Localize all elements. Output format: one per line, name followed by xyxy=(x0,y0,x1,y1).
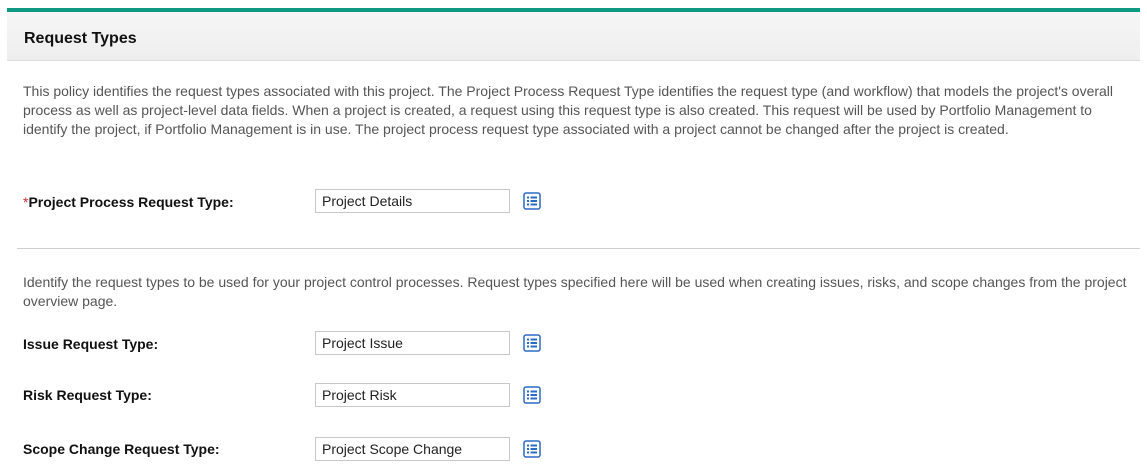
scope-change-request-type-label: Scope Change Request Type: xyxy=(23,441,220,457)
issue-request-type-label: Issue Request Type: xyxy=(23,336,159,352)
scope-change-request-type-input[interactable]: Project Scope Change xyxy=(315,437,510,461)
page-top-spacer xyxy=(0,0,1147,8)
list-picker-icon[interactable] xyxy=(523,334,541,352)
section-title: Request Types xyxy=(24,30,137,47)
list-picker-icon[interactable] xyxy=(523,192,541,210)
section-divider xyxy=(17,248,1140,249)
process-request-type-input[interactable]: Project Details xyxy=(315,189,510,213)
list-picker-icon[interactable] xyxy=(523,386,541,404)
process-description: This policy identifies the request types… xyxy=(23,83,1114,137)
control-processes-description: Identify the request types to be used fo… xyxy=(23,274,1127,309)
risk-request-type-label: Risk Request Type: xyxy=(23,387,152,403)
process-request-type-label-text: Project Process Request Type: xyxy=(28,194,234,210)
issue-request-type-input[interactable]: Project Issue xyxy=(315,331,510,355)
process-request-type-label: *Project Process Request Type: xyxy=(23,194,234,210)
risk-request-type-input[interactable]: Project Risk xyxy=(315,383,510,407)
section-header: Request Types xyxy=(7,12,1140,61)
list-picker-icon[interactable] xyxy=(523,440,541,458)
